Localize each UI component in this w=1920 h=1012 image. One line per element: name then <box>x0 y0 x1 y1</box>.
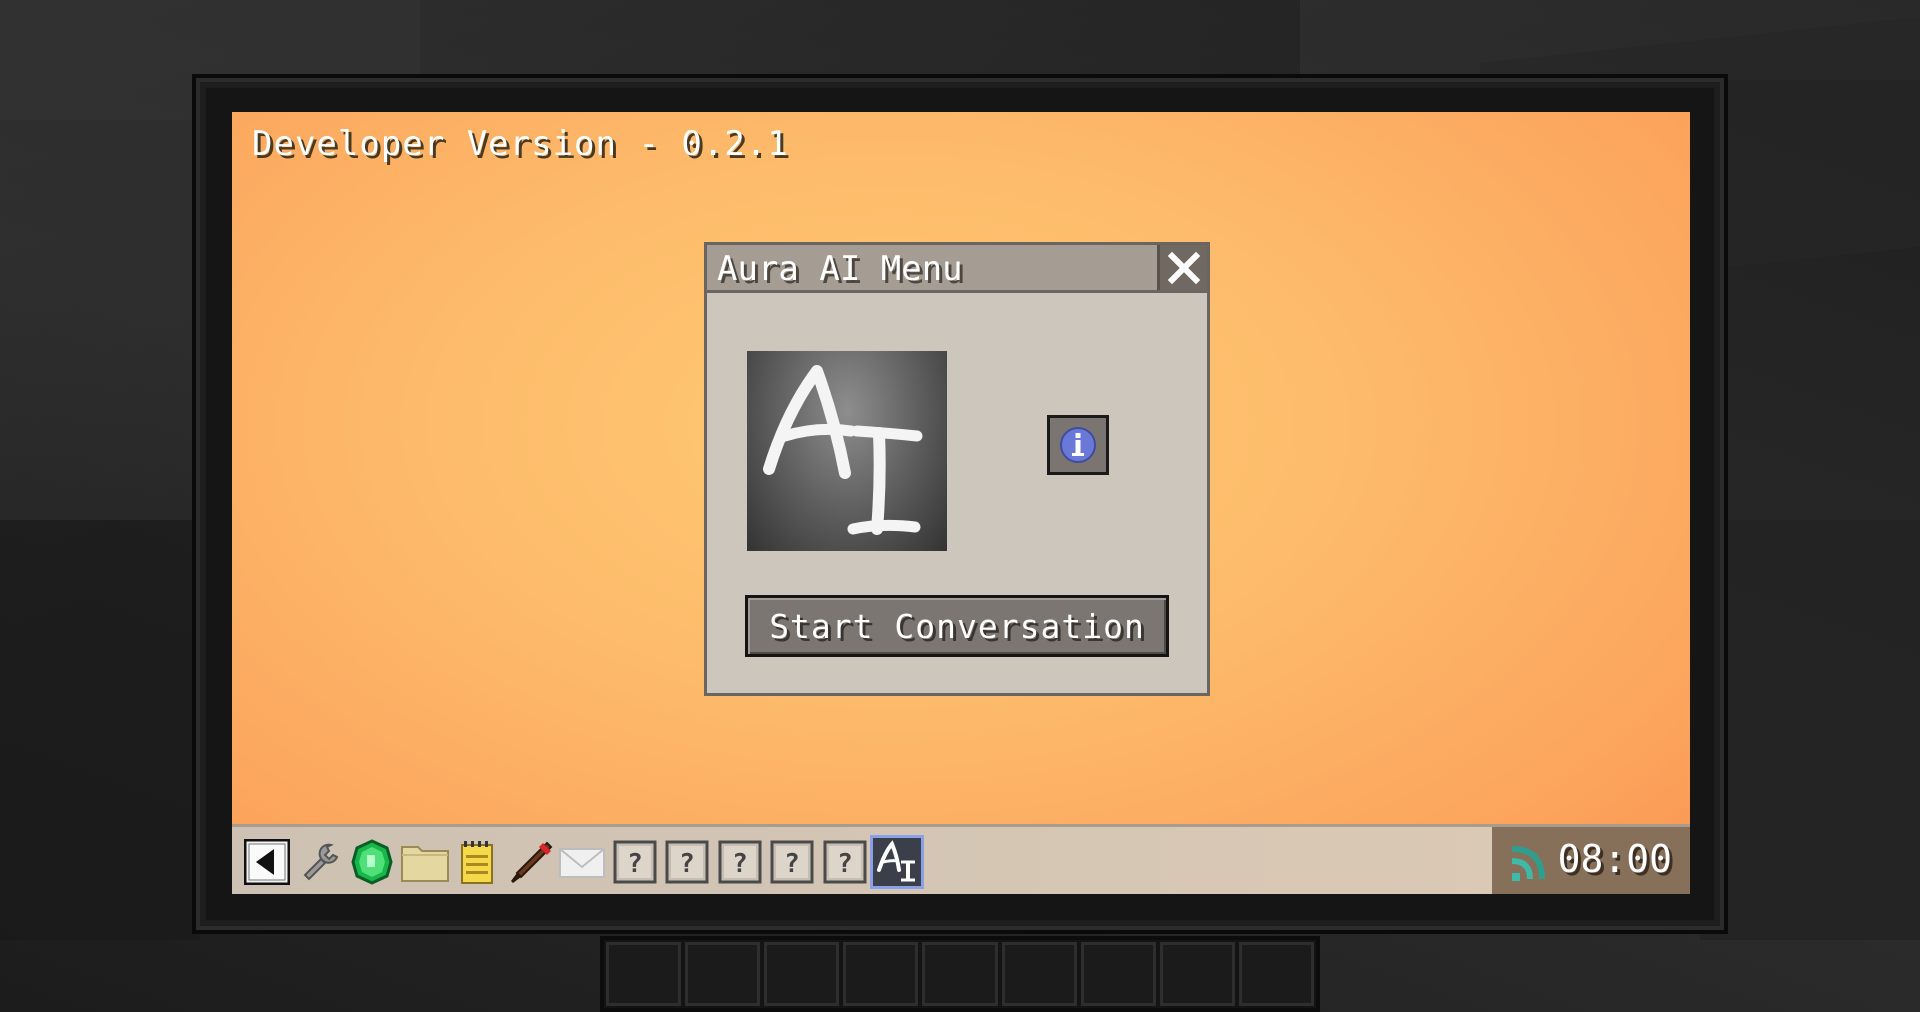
hotbar-slot[interactable] <box>606 942 682 1006</box>
hotbar-slot[interactable] <box>922 942 998 1006</box>
svg-text:?: ? <box>732 849 748 879</box>
taskbar-item-wrench[interactable] <box>293 835 347 889</box>
ai-logo-image <box>747 351 947 551</box>
taskbar-item-unknown-app[interactable]: ? <box>660 835 714 889</box>
svg-text:?: ? <box>837 849 853 879</box>
game-hotbar <box>600 936 1320 1012</box>
taskbar-item-unknown-app[interactable]: ? <box>765 835 819 889</box>
hotbar-slot[interactable] <box>685 942 761 1006</box>
hotbar-slot[interactable] <box>1001 942 1077 1006</box>
hotbar-slot[interactable] <box>764 942 840 1006</box>
start-conversation-label: Start Conversation <box>769 606 1145 646</box>
ai-app-icon <box>877 840 915 882</box>
background-block <box>1700 520 1920 940</box>
ai-logo-icon <box>763 365 923 535</box>
version-label: Developer Version - 0.2.1 <box>252 124 789 164</box>
clock: 08:00 <box>1557 837 1672 881</box>
unknown-app-icon: ? <box>613 840 656 884</box>
hotbar-slot[interactable] <box>1159 942 1235 1006</box>
hotbar-slot[interactable] <box>1238 942 1314 1006</box>
unknown-app-icon: ? <box>770 840 814 884</box>
notepad-icon <box>461 841 493 884</box>
svg-text:?: ? <box>784 849 800 879</box>
info-icon <box>1060 427 1096 463</box>
wifi-icon[interactable] <box>1508 839 1552 883</box>
close-icon <box>1167 251 1200 284</box>
unknown-app-icon: ? <box>665 840 709 884</box>
taskbar-item-unknown-app[interactable]: ? <box>608 835 662 889</box>
brush-icon <box>510 841 552 883</box>
laptop-screen: Developer Version - 0.2.1 Aura AI Menu S… <box>232 112 1690 894</box>
unknown-app-icon: ? <box>823 840 866 884</box>
taskbar-item-notepad[interactable] <box>450 835 504 889</box>
taskbar-item-emerald[interactable] <box>345 835 399 889</box>
taskbar: ????? 08:00 <box>232 824 1690 894</box>
taskbar-item-folder[interactable] <box>398 835 452 889</box>
game-background: Developer Version - 0.2.1 Aura AI Menu S… <box>0 0 1920 1012</box>
background-block <box>0 520 200 940</box>
info-button[interactable] <box>1047 415 1109 475</box>
folder-icon <box>400 846 449 882</box>
back-icon <box>244 839 290 885</box>
svg-text:?: ? <box>679 849 695 879</box>
unknown-app-icon: ? <box>718 840 761 884</box>
system-tray: 08:00 <box>1492 827 1690 894</box>
close-button[interactable] <box>1157 245 1207 290</box>
dialog-titlebar[interactable]: Aura AI Menu <box>707 245 1207 293</box>
taskbar-item-unknown-app[interactable]: ? <box>713 835 767 889</box>
taskbar-item-ai-app[interactable] <box>870 835 924 889</box>
start-conversation-button[interactable]: Start Conversation <box>745 595 1169 657</box>
dialog-title: Aura AI Menu <box>717 249 963 289</box>
taskbar-item-mail[interactable] <box>555 835 609 889</box>
hotbar-slot[interactable] <box>1080 942 1156 1006</box>
taskbar-item-unknown-app[interactable]: ? <box>818 835 872 889</box>
hotbar-slot[interactable] <box>843 942 919 1006</box>
emerald-icon <box>351 839 393 885</box>
wrench-icon <box>303 843 338 881</box>
mail-icon <box>559 848 605 878</box>
taskbar-item-brush[interactable] <box>503 835 557 889</box>
svg-text:?: ? <box>627 849 643 879</box>
taskbar-item-back[interactable] <box>240 835 294 889</box>
aura-ai-dialog: Aura AI Menu Start Conversation <box>704 242 1210 696</box>
